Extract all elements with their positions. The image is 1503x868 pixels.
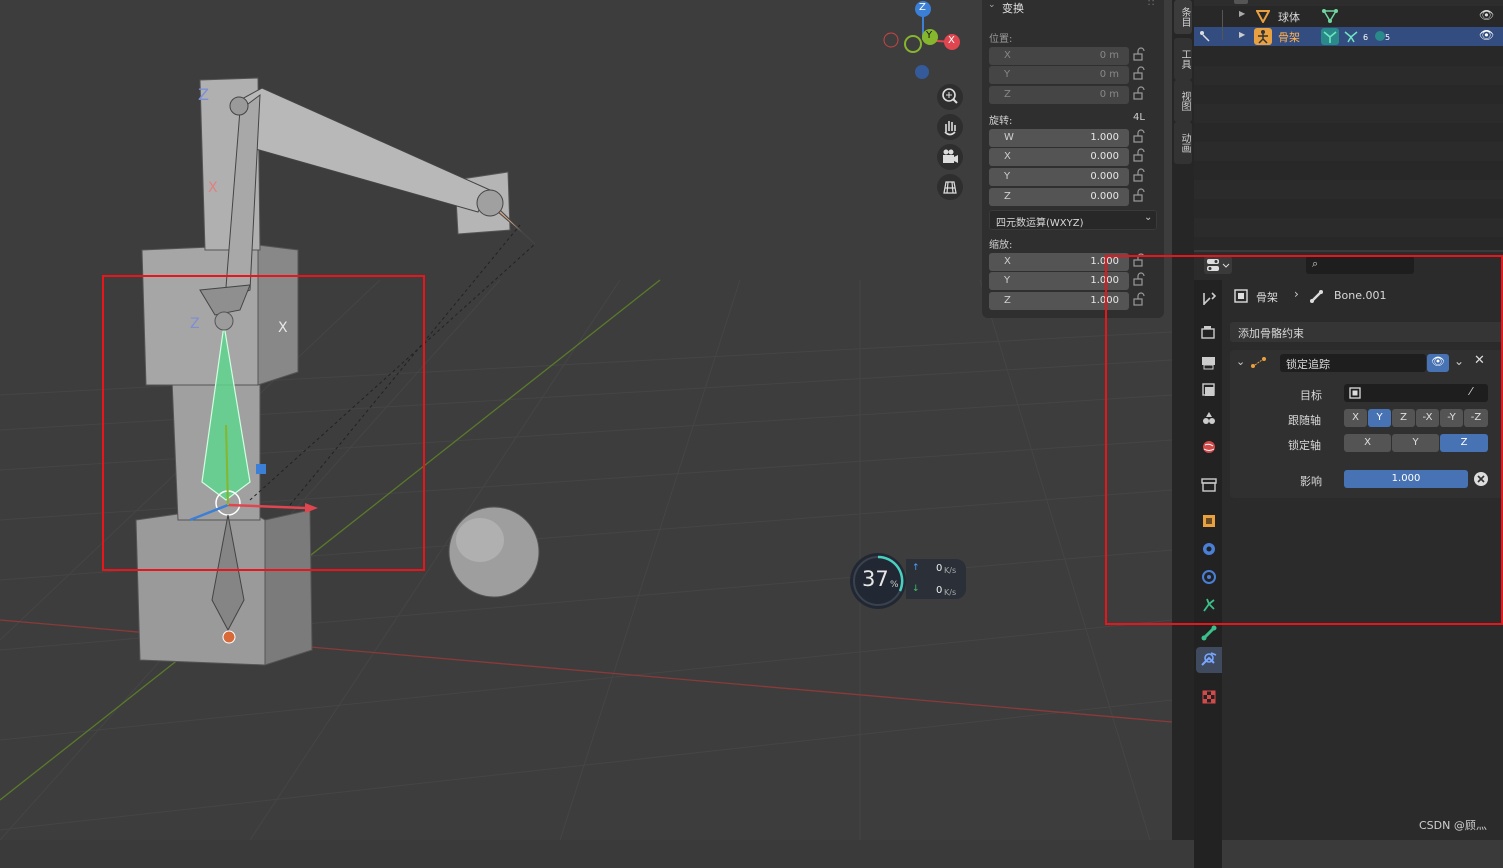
- dashed-relation-line: [289, 224, 521, 506]
- download-arrow-icon: ↓: [912, 584, 920, 594]
- child-count-badge: 6: [1363, 33, 1369, 42]
- location-z-field[interactable]: Z0 m: [989, 86, 1129, 104]
- zoom-icon: [942, 88, 958, 104]
- rotation-z-field[interactable]: Z 0.000: [989, 188, 1129, 206]
- outliner-row-sphere[interactable]: ▶ 球体 👁: [1194, 7, 1503, 26]
- eye-icon[interactable]: 👁: [1479, 28, 1494, 42]
- camera-view-button[interactable]: [937, 144, 963, 170]
- grid-icon: [943, 181, 957, 194]
- gizmo-plane-handle[interactable]: [256, 464, 266, 474]
- pan-button[interactable]: [937, 114, 963, 140]
- bone-count-badge: 5: [1385, 33, 1391, 42]
- active-bone-head: [214, 311, 234, 331]
- armature-data-icon: [1321, 28, 1339, 45]
- upload-arrow-icon: ↑: [912, 563, 920, 573]
- y-axis-line: [0, 279, 661, 801]
- tab-view[interactable]: 视图: [1174, 80, 1192, 122]
- outliner-row-armature[interactable]: ▶ 骨架 6 5 👁: [1194, 27, 1503, 46]
- 3d-viewport[interactable]: Z X Z X Z Y X 37 % ↑ 0 K/s ↓ 0 K/s ⌄ 变换 …: [0, 0, 1172, 840]
- watermark: CSDN @顾灬: [1419, 819, 1487, 832]
- download-unit: K/s: [944, 588, 957, 597]
- drag-handle-icon[interactable]: ∷: [1148, 0, 1154, 9]
- tab-tool[interactable]: 工具: [1174, 38, 1192, 80]
- upload-speed: 0: [936, 563, 943, 574]
- bone-constraint-tab-active[interactable]: [1196, 647, 1222, 673]
- scale-label: 缩放:: [989, 240, 1013, 251]
- panel-title[interactable]: 变换: [1002, 0, 1024, 16]
- tab-item[interactable]: 条目: [1174, 0, 1192, 34]
- zoom-button[interactable]: [937, 84, 963, 110]
- gizmo-z-label: Z: [919, 2, 926, 13]
- rotation-label: 旋转:: [989, 116, 1013, 127]
- pose-mode-icon[interactable]: [1198, 29, 1212, 43]
- arm-bone-upper[interactable]: [239, 87, 491, 213]
- rotation-y-field[interactable]: Y 0.000: [989, 168, 1129, 186]
- highlight-box-properties: [1105, 255, 1503, 625]
- outliner-label[interactable]: 骨架: [1278, 29, 1300, 45]
- bone-constraint-icon: [1201, 652, 1217, 666]
- tab-animation[interactable]: 动画: [1174, 122, 1192, 164]
- outliner[interactable]: ▶ 球体 👁 ▶ 骨架 6 5 👁: [1194, 0, 1503, 250]
- sphere-highlight: [456, 518, 504, 562]
- ortho-toggle-button[interactable]: [937, 174, 963, 200]
- bone-axis-label: Z: [190, 316, 200, 332]
- network-widget: 37 % ↑ 0 K/s ↓ 0 K/s: [850, 553, 968, 609]
- bone-axis-label: X: [278, 320, 288, 336]
- gizmo-x-arrow-head[interactable]: [305, 503, 318, 513]
- joint-sphere-arm: [476, 189, 504, 217]
- location-x-field[interactable]: X0 m: [989, 47, 1129, 65]
- joint-sphere-top: [229, 96, 249, 116]
- camera-icon: [943, 149, 958, 163]
- hand-icon: [944, 121, 956, 136]
- pose-icon: [1344, 31, 1358, 43]
- 3d-cursor: [222, 630, 236, 644]
- eye-icon[interactable]: 👁: [1479, 8, 1494, 22]
- rotation-x-field[interactable]: X 0.000: [989, 148, 1129, 166]
- location-label: 位置:: [989, 34, 1013, 45]
- gizmo-x-label: X: [948, 35, 955, 46]
- outliner-label[interactable]: 球体: [1278, 9, 1300, 25]
- disclosure-triangle-icon[interactable]: ▶: [1239, 30, 1245, 39]
- percent-sign: %: [890, 580, 899, 590]
- vertex-group-icon: [1322, 9, 1338, 23]
- percent-value: 37: [862, 567, 889, 591]
- navigation-gizmo[interactable]: Z Y X: [880, 0, 960, 85]
- bone-icon[interactable]: [1200, 624, 1218, 642]
- bone-axis-label: X: [208, 180, 218, 196]
- gizmo-y-label: Y: [926, 30, 933, 41]
- download-speed: 0: [936, 585, 943, 596]
- texture-icon[interactable]: [1200, 688, 1218, 706]
- disclosure-triangle-icon[interactable]: ▶: [1239, 9, 1245, 18]
- rotation-w-field[interactable]: W 1.000: [989, 129, 1129, 147]
- bone-axis-label: Z: [198, 85, 209, 104]
- mesh-data-icon: [1256, 10, 1270, 23]
- armature-object-icon: [1254, 28, 1272, 45]
- chevron-down-icon[interactable]: ⌄: [988, 0, 996, 10]
- location-y-field[interactable]: Y0 m: [989, 66, 1129, 84]
- upload-unit: K/s: [944, 566, 957, 575]
